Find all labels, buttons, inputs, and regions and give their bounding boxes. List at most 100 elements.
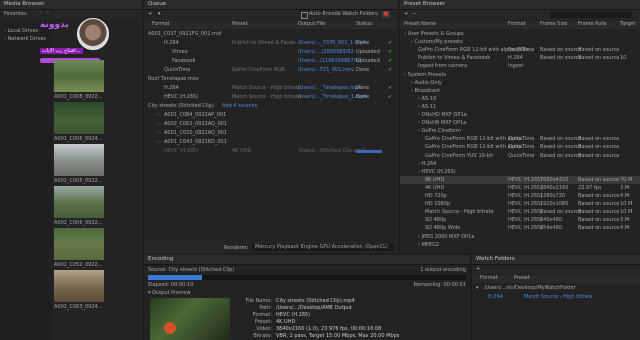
preset-row[interactable]: 8K UHD HEVC (H.265) 7680x4320 Based on sour…: [400, 175, 640, 184]
preset-row[interactable]: 4K UHD HEVC (H.265) 3840x2160 23.97 fps 3 M: [400, 184, 640, 192]
preset-name: › Broadcast: [411, 87, 440, 94]
item-output[interactable]: /Users/...F21_001.mov: [298, 66, 354, 74]
preset-row[interactable]: › System Presets: [400, 71, 640, 79]
preset-row[interactable]: Publish to Vimeo & Facebook H.264 Based on…: [400, 54, 640, 62]
item-output[interactable]: /Users/..._Timelapse.mp4: [298, 84, 361, 92]
thumbnail-1[interactable]: [54, 102, 104, 134]
preset-row[interactable]: HD 720p HEVC (H.265) 1280x720 Based on sour…: [400, 192, 640, 200]
preset-row[interactable]: › JPEG 2000 MXF OP1a: [400, 233, 640, 241]
back-icon[interactable]: ‹: [40, 10, 42, 16]
item-name: H.264: [164, 85, 179, 91]
queue-item-5[interactable]: Roof Timelapse.mov: [144, 75, 398, 83]
thumbnail-3[interactable]: [54, 186, 104, 218]
thumbnail-label-1: A001_C006_0924...: [54, 136, 103, 142]
preset-row[interactable]: › DNxHD MXF OP1a: [400, 111, 640, 119]
preset-row[interactable]: › MPEG2: [400, 241, 640, 249]
encoding-progress-track: [148, 275, 466, 280]
sidebar-item-local-drives[interactable]: › Local Drives: [4, 28, 38, 34]
item-preset: Publish to Vimeo & Faceb...: [232, 40, 301, 46]
preview-ball: [164, 322, 176, 334]
queue-item-2[interactable]: Vimeo/Users/..../1895983/62 Uploaded ✔: [144, 48, 398, 56]
preset-frame-size: 3840x2160: [540, 184, 569, 191]
thumbnail-4[interactable]: [54, 228, 104, 260]
col-frame-size[interactable]: Frame Size: [540, 21, 567, 27]
preset-row[interactable]: Match Source - High bitrate HEVC (H.265) B…: [400, 208, 640, 216]
watch-folder-row[interactable]: ▾ /Users/...ntr/Desktop/MyWatchFolder: [472, 284, 640, 292]
preset-name: › DNxHR MXF OP1a: [418, 120, 467, 127]
add-preset-icon[interactable]: +: [404, 11, 408, 17]
col-preset[interactable]: Preset: [514, 275, 530, 281]
queue-item-7[interactable]: HEVC (H.265) Match Source - High bitrate /…: [144, 93, 398, 101]
queue-item-13[interactable]: HEVC (H.265) 4K UHD/Users/...Stitched Cli…: [144, 147, 398, 155]
col-preset[interactable]: Preset: [232, 21, 248, 27]
add-watch-folder-icon[interactable]: +: [476, 266, 480, 272]
preset-row[interactable]: GoPro CineForm RGB 12-bit with alpha... Q…: [400, 143, 640, 151]
preset-row[interactable]: GoPro CineForm RGB 12-bit with alpha... Q…: [400, 135, 640, 143]
item-output[interactable]: /Users/.../1196189887/62: [298, 57, 362, 65]
preset-target: 4 M: [620, 193, 630, 199]
preset-row[interactable]: › Broadcast: [400, 87, 640, 95]
watch-preset[interactable]: Match Source - High bitrate: [524, 293, 593, 301]
item-status: Done: [356, 40, 370, 46]
thumbnail-2[interactable]: [54, 144, 104, 176]
forward-icon[interactable]: ›: [47, 10, 49, 16]
col-format[interactable]: Format: [480, 275, 498, 281]
preset-row[interactable]: GoPro CineForm YUV 10-bit QuickTime Based …: [400, 152, 640, 160]
preset-row[interactable]: › AS-10: [400, 95, 640, 103]
item-output[interactable]: /Users/..../1895983/62: [298, 48, 354, 56]
col-status[interactable]: Status: [356, 21, 372, 27]
queue-item-11[interactable]: ▭ A001_C020_0921AQ_001: [144, 129, 398, 137]
favorites-label[interactable]: Favorites: [4, 11, 27, 17]
preset-name: Match Source - High bitrate: [425, 209, 494, 216]
item-preset: Match Source - High bitrate: [232, 85, 301, 91]
queue-item-10[interactable]: ▭ A002_C063_0922AQ_001: [144, 120, 398, 128]
preset-name: GoPro CineForm YUV 10-bit: [425, 152, 494, 159]
renderer-bar: Renderer: Mercury Playback Engine GPU Ac…: [144, 242, 398, 253]
renderer-select[interactable]: Mercury Playback Engine GPU Acceleration…: [252, 244, 395, 251]
preset-name: › User Presets & Groups: [404, 31, 464, 37]
queue-item-12[interactable]: ▭ A001_C043_0921KD_001: [144, 138, 398, 146]
start-queue-button[interactable]: ■: [382, 11, 390, 18]
watch-folder-path: /Users/...ntr/Desktop/MyWatchFolder: [484, 285, 576, 291]
queue-item-3[interactable]: Facebook/Users/.../1196189887/62 Uploaded…: [144, 57, 398, 65]
preset-row[interactable]: › Custom/My presets: [400, 38, 640, 46]
search-input[interactable]: [550, 12, 632, 18]
thumbnail-5[interactable]: [54, 270, 104, 302]
queue-item-6[interactable]: H.264 Match Source - High bitrate/Users/.…: [144, 84, 398, 92]
queue-item-1[interactable]: H.264 Publish to Vimeo & Faceb.../Users/.…: [144, 39, 398, 47]
col-target[interactable]: Target: [620, 21, 635, 27]
col-preset-name[interactable]: Preset Name: [404, 21, 436, 27]
preset-row[interactable]: › Audio Only: [400, 79, 640, 87]
preset-row[interactable]: › AS-11: [400, 103, 640, 111]
auto-encode-checkbox[interactable]: [301, 12, 308, 19]
col-format[interactable]: Format: [508, 21, 526, 27]
preset-row[interactable]: GoPro CineForm RGB 12-bit with alpha (Ma…: [400, 46, 640, 54]
settings-icon[interactable]: ▾: [158, 11, 161, 17]
watch-folder-output[interactable]: H.264 Match Source - High bitrate: [472, 293, 640, 301]
preset-row[interactable]: HD 1080p HEVC (H.265) 1920x1080 Based on so…: [400, 200, 640, 208]
add-source-icon[interactable]: +: [148, 11, 152, 17]
preset-row[interactable]: › User Presets & Groups: [400, 30, 640, 38]
queue-item-0[interactable]: A001_C037_0921FG_001.mxf: [144, 30, 398, 38]
preset-row[interactable]: › H.264: [400, 160, 640, 168]
col-output[interactable]: Output File: [298, 21, 325, 27]
file-icon: ▭: [156, 112, 161, 118]
item-name: QuickTime: [164, 67, 191, 73]
preset-row[interactable]: › HEVC (H.265): [400, 168, 640, 176]
preset-row[interactable]: › DNxHR MXF OP1a: [400, 119, 640, 127]
watch-format[interactable]: H.264: [488, 293, 503, 301]
watch-header: Format Preset: [472, 275, 640, 283]
preset-row[interactable]: SD 480p Wide HEVC (H.265) 854x480 Based on …: [400, 224, 640, 232]
remove-preset-icon[interactable]: −: [412, 11, 416, 17]
col-frame-rate[interactable]: Frame Rate: [578, 21, 607, 27]
preset-row[interactable]: SD 480p HEVC (H.265) 640x480 Based on sourc…: [400, 216, 640, 224]
thumbnail-0[interactable]: [54, 60, 104, 92]
queue-item-9[interactable]: ▭ A001_C084_0922AP_001: [144, 111, 398, 119]
preset-row[interactable]: › GoPro Cineform: [400, 127, 640, 135]
output-preview-toggle[interactable]: ▾ Output Preview: [148, 290, 191, 296]
queue-item-8[interactable]: City streets (Stitched Clip) Add 4 source…: [144, 102, 398, 110]
add-sources-link[interactable]: Add 4 sources: [222, 102, 257, 110]
preset-row[interactable]: Ingest from camera Ingest: [400, 62, 640, 70]
col-format[interactable]: Format: [152, 21, 170, 27]
queue-item-4[interactable]: QuickTime GoPro CineForm RGB... /Users/...…: [144, 66, 398, 74]
